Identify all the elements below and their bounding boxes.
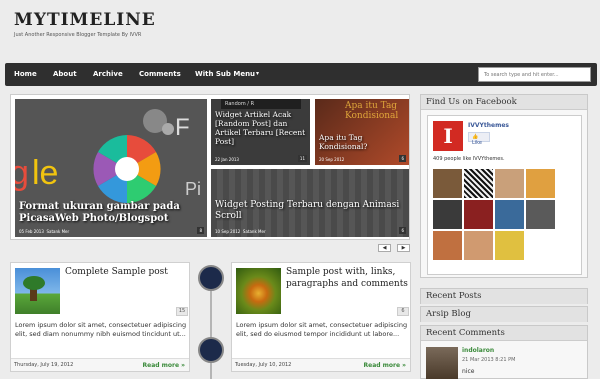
post-date: Thursday, July 19, 2012	[14, 362, 74, 368]
nav-archive[interactable]: Archive	[93, 70, 123, 78]
comment-date: 21 Mar 2013 8:21 PM	[462, 357, 516, 363]
slide-2-banner: Apa itu Tag Kondisional	[345, 101, 399, 121]
slider-next-button[interactable]: ▶	[397, 244, 410, 252]
slide-1[interactable]: Random / R Widget Artikel Acak [Random P…	[211, 99, 310, 165]
nav-about[interactable]: About	[53, 70, 77, 78]
post-footer: Tuesday, July 10, 2012 Read more »	[232, 358, 410, 371]
nav-comments[interactable]: Comments	[139, 70, 181, 78]
fan-avatar[interactable]	[433, 231, 462, 260]
recent-posts-heading[interactable]: Recent Posts	[421, 289, 587, 304]
fan-avatar[interactable]	[464, 169, 493, 198]
fan-avatar[interactable]	[464, 231, 493, 260]
read-more-link[interactable]: Read more »	[364, 362, 407, 369]
slide-3[interactable]: Widget Posting Terbaru dengan Animasi Sc…	[211, 169, 409, 237]
slide-3-title[interactable]: Widget Posting Terbaru dengan Animasi Sc…	[215, 200, 405, 222]
facebook-likes-count: 409 people like IVVYthemes.	[433, 156, 505, 162]
comment-count[interactable]: 6	[397, 307, 409, 316]
svg-text:Pi: Pi	[185, 179, 201, 199]
fan-avatar[interactable]	[526, 169, 555, 198]
slide-1-count: 11	[297, 155, 307, 162]
facebook-like-button[interactable]: 👍Like	[468, 132, 490, 146]
site-branding: MYTIMELINE Just Another Responsive Blogg…	[14, 10, 156, 38]
blog-archive-heading[interactable]: Arsip Blog	[421, 307, 587, 322]
post-thumbnail[interactable]	[236, 268, 281, 314]
slide-2-date: 20 Sep 2012	[319, 157, 345, 162]
post-title[interactable]: Complete Sample post	[65, 267, 168, 279]
post-footer: Thursday, July 19, 2012 Read more »	[11, 358, 189, 371]
svg-text:le: le	[32, 154, 58, 192]
recent-comments-heading: Recent Comments	[421, 326, 587, 341]
slide-main-title[interactable]: Format ukuran gambar pada PicasaWeb Phot…	[19, 201, 203, 225]
slide-main-date: 05 Feb 2013	[19, 229, 44, 234]
page-logo[interactable]: I	[433, 121, 463, 151]
comment-text: nice	[462, 368, 475, 375]
slide-2-count: 6	[399, 155, 406, 162]
slider-prev-button[interactable]: ◀	[378, 244, 391, 252]
svg-text:F: F	[175, 114, 190, 141]
fan-avatar[interactable]	[526, 200, 555, 229]
main-navigation: Home About Archive Comments With Sub Men…	[5, 63, 597, 86]
facebook-page-name[interactable]: IVVYthemes	[468, 122, 509, 129]
submenu-caret-icon[interactable]: ▾	[256, 70, 259, 77]
slide-main[interactable]: g le F Pi Format ukuran gambar pada Pica…	[15, 99, 207, 237]
site-tagline: Just Another Responsive Blogger Template…	[14, 32, 142, 38]
fan-avatar[interactable]	[433, 200, 462, 229]
post-date: Tuesday, July 10, 2012	[235, 362, 292, 368]
slide-2-title[interactable]: Apa itu Tag Kondisional?	[319, 133, 405, 151]
fan-avatar[interactable]	[495, 200, 524, 229]
fan-avatar[interactable]	[464, 200, 493, 229]
recent-posts-widget[interactable]: Recent Posts	[420, 288, 588, 304]
post-card: Complete Sample post 15 Lorem ipsum dolo…	[10, 262, 190, 372]
post-card: Sample post with, links, paragraphs and …	[231, 262, 411, 372]
comment-count[interactable]: 15	[176, 307, 188, 316]
commenter-avatar[interactable]	[426, 347, 458, 379]
nav-with-sub-menu[interactable]: With Sub Menu	[195, 70, 255, 78]
slide-3-date: 10 Sep 2012	[215, 229, 241, 234]
blog-archive-widget[interactable]: Arsip Blog	[420, 306, 588, 322]
commenter-name[interactable]: indolaron	[462, 347, 494, 354]
featured-slider: g le F Pi Format ukuran gambar pada Pica…	[10, 94, 410, 240]
slide-1-banner: Random / R	[221, 99, 301, 109]
fan-avatar[interactable]	[495, 231, 524, 260]
slide-1-title[interactable]: Widget Artikel Acak [Random Post] dan Ar…	[215, 110, 306, 146]
post-title[interactable]: Sample post with, links, paragraphs and …	[286, 267, 410, 291]
post-thumbnail[interactable]	[15, 268, 60, 314]
timeline-marker-icon	[198, 337, 224, 363]
slide-3-meta: 10 Sep 2012 Satank Mer	[215, 229, 266, 234]
facebook-like-box: I IVVYthemes 👍Like 409 people like IVVYt…	[427, 115, 582, 275]
svg-text:g: g	[15, 154, 29, 192]
slide-1-date: 22 Jan 2013	[215, 157, 239, 162]
slide-main-author: Satank Mer	[46, 229, 70, 234]
search-input[interactable]	[478, 67, 591, 82]
slide-3-count: 6	[399, 227, 406, 234]
recent-comments-widget: Recent Comments indolaron 21 Mar 2013 8:…	[420, 325, 588, 379]
fan-avatar[interactable]	[495, 169, 524, 198]
timeline-marker-icon	[198, 265, 224, 291]
facebook-widget-heading: Find Us on Facebook	[421, 95, 587, 110]
nav-home[interactable]: Home	[14, 70, 37, 78]
facebook-widget: Find Us on Facebook I IVVYthemes 👍Like 4…	[420, 94, 588, 278]
site-title[interactable]: MYTIMELINE	[14, 10, 156, 30]
slide-2[interactable]: Apa itu Tag Kondisional Apa itu Tag Kond…	[315, 99, 409, 165]
read-more-link[interactable]: Read more »	[143, 362, 186, 369]
slide-main-count: 8	[197, 227, 204, 234]
slide-main-meta: 05 Feb 2013 Satank Mer	[19, 229, 69, 234]
slide-3-author: Satank Mer	[242, 229, 266, 234]
like-label: Like	[472, 140, 482, 146]
post-excerpt: Lorem ipsum dolor sit amet, consectetuer…	[236, 321, 408, 338]
post-excerpt: Lorem ipsum dolor sit amet, consectetuer…	[15, 321, 187, 338]
fan-avatar[interactable]	[433, 169, 462, 198]
